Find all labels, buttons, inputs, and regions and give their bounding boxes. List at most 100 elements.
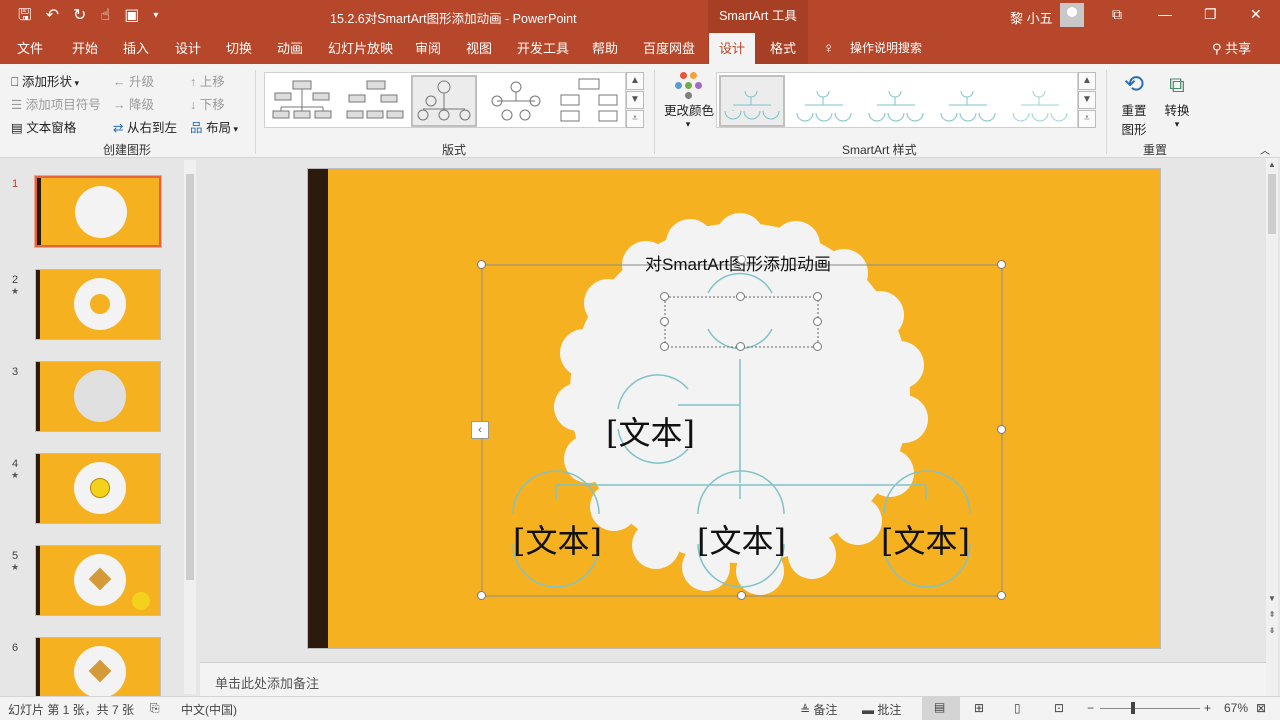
move-down-button[interactable]: ↓ 下移 bbox=[190, 94, 225, 113]
redo-icon[interactable]: ↻ bbox=[73, 6, 86, 26]
style-white-outline[interactable] bbox=[791, 75, 857, 127]
comments-toggle[interactable]: ▬ 批注 bbox=[862, 701, 901, 718]
editor-scrollbar[interactable]: ▲ ▼ ⇞ ⇟ bbox=[1266, 158, 1278, 696]
previous-slide-icon[interactable]: ⇞ bbox=[1266, 610, 1278, 619]
next-slide-icon[interactable]: ⇟ bbox=[1266, 626, 1278, 635]
resize-handle[interactable] bbox=[997, 425, 1006, 434]
resize-handle[interactable] bbox=[477, 591, 486, 600]
style-moderate-effect[interactable] bbox=[935, 75, 1001, 127]
undo-icon[interactable]: ↶ bbox=[46, 6, 59, 26]
tell-me-search[interactable]: 操作说明搜索 bbox=[850, 33, 922, 64]
resize-handle[interactable] bbox=[736, 292, 745, 301]
slide-thumbnail-5[interactable] bbox=[35, 545, 161, 616]
resize-handle[interactable] bbox=[660, 317, 669, 326]
avatar[interactable] bbox=[1060, 3, 1084, 27]
resize-handle[interactable] bbox=[813, 317, 822, 326]
ribbon-display-options-icon[interactable]: ⧉ bbox=[1112, 6, 1122, 23]
customize-qat-icon[interactable]: ▾ bbox=[153, 6, 158, 26]
gallery-scroll-down-icon[interactable]: ▼ bbox=[1078, 91, 1096, 109]
touch-mode-icon[interactable]: ☝ bbox=[100, 6, 110, 26]
text-pane-toggle-icon[interactable]: ‹ bbox=[471, 421, 489, 439]
tab-transitions[interactable]: 切换 bbox=[226, 33, 252, 64]
slideshow-icon[interactable]: ⊡ bbox=[1054, 701, 1064, 715]
zoom-in-icon[interactable]: + bbox=[1204, 701, 1211, 715]
language-indicator[interactable]: 中文(中国) bbox=[181, 701, 237, 718]
gallery-more-icon[interactable]: ⩡ bbox=[626, 110, 644, 128]
zoom-out-icon[interactable]: − bbox=[1087, 701, 1094, 715]
style-subtle-effect[interactable] bbox=[863, 75, 929, 127]
tab-file[interactable]: 文件 bbox=[17, 33, 43, 64]
notes-toggle[interactable]: ≜ 备注 bbox=[800, 701, 837, 718]
start-slideshow-icon[interactable]: ▣ bbox=[124, 6, 139, 26]
spelling-check-icon[interactable]: ⎘ bbox=[150, 701, 160, 716]
slide-thumbnail-6[interactable] bbox=[35, 637, 161, 696]
demote-button[interactable]: → 降级 bbox=[113, 94, 154, 113]
zoom-slider[interactable] bbox=[1100, 708, 1200, 709]
tab-home[interactable]: 开始 bbox=[72, 33, 98, 64]
scroll-up-icon[interactable]: ▲ bbox=[1266, 160, 1278, 169]
layout-circle-hierarchy[interactable] bbox=[411, 75, 477, 127]
smartart-node-text[interactable]: [文本] bbox=[697, 516, 786, 562]
resize-handle[interactable] bbox=[813, 292, 822, 301]
smartart-node-text[interactable]: [文本] bbox=[881, 516, 970, 562]
tab-developer[interactable]: 开发工具 bbox=[517, 33, 569, 64]
reset-graphic-button[interactable]: ⟲ 重置 图形 bbox=[1116, 70, 1152, 138]
style-intense-effect[interactable] bbox=[1007, 75, 1073, 127]
close-icon[interactable]: ✕ bbox=[1250, 6, 1262, 23]
collapse-ribbon-icon[interactable]: ︿ bbox=[1260, 142, 1270, 157]
zoom-level[interactable]: 67% bbox=[1224, 701, 1248, 715]
restore-icon[interactable]: ❐ bbox=[1204, 6, 1217, 23]
resize-handle[interactable] bbox=[477, 260, 486, 269]
resize-handle[interactable] bbox=[660, 342, 669, 351]
tab-smartart-format[interactable]: 格式 bbox=[770, 33, 796, 64]
save-icon[interactable]: 🖫 bbox=[18, 6, 32, 26]
scroll-down-icon[interactable]: ▼ bbox=[1266, 594, 1278, 603]
tab-review[interactable]: 审阅 bbox=[415, 33, 441, 64]
tab-smartart-design[interactable]: 设计 bbox=[709, 33, 756, 64]
tab-animations[interactable]: 动画 bbox=[277, 33, 303, 64]
normal-view-button[interactable]: ▤ bbox=[922, 697, 960, 720]
zoom-slider-knob[interactable] bbox=[1131, 702, 1135, 714]
share-button[interactable]: ⚲ 共享 bbox=[1212, 33, 1251, 64]
slide-thumbnail-4[interactable] bbox=[35, 453, 161, 524]
thumbnails-scrollbar[interactable] bbox=[184, 160, 196, 694]
smartart-node-text[interactable]: [文本] bbox=[513, 516, 602, 562]
user-name[interactable]: 黎 小五 bbox=[1010, 8, 1053, 27]
slide-thumbnail-1[interactable] bbox=[34, 175, 162, 248]
layout-name-title-org[interactable] bbox=[341, 75, 407, 127]
text-pane-button[interactable]: ▤ 文本窗格 bbox=[11, 117, 76, 136]
gallery-scroll-up-icon[interactable]: ▲ bbox=[626, 72, 644, 90]
style-simple-fill[interactable] bbox=[719, 75, 785, 127]
tab-slideshow[interactable]: 幻灯片放映 bbox=[328, 33, 393, 64]
tab-baidu-netdisk[interactable]: 百度网盘 bbox=[643, 33, 695, 64]
slide-sorter-icon[interactable]: ⊞ bbox=[974, 701, 984, 715]
change-colors-button[interactable]: 更改颜色 ▾ bbox=[664, 70, 714, 130]
slide-canvas[interactable] bbox=[307, 168, 1161, 649]
scrollbar-thumb[interactable] bbox=[1268, 174, 1276, 234]
smartart-graphic[interactable] bbox=[308, 169, 1161, 649]
slide-thumbnail-3[interactable] bbox=[35, 361, 161, 432]
resize-handle[interactable] bbox=[737, 591, 746, 600]
resize-handle[interactable] bbox=[813, 342, 822, 351]
tab-insert[interactable]: 插入 bbox=[123, 33, 149, 64]
move-up-button[interactable]: ↑ 上移 bbox=[190, 71, 225, 90]
smartart-node-text[interactable]: [文本] bbox=[606, 408, 695, 454]
promote-button[interactable]: ← 升级 bbox=[113, 71, 154, 90]
add-bullet-button[interactable]: ☰ 添加项目符号 bbox=[11, 94, 101, 113]
gallery-more-icon[interactable]: ⩡ bbox=[1078, 110, 1096, 128]
gallery-scroll-up-icon[interactable]: ▲ bbox=[1078, 72, 1096, 90]
gallery-scroll-down-icon[interactable]: ▼ bbox=[626, 91, 644, 109]
resize-handle[interactable] bbox=[997, 260, 1006, 269]
add-shape-button[interactable]: ⎕ 添加形状 ▾ bbox=[11, 71, 79, 90]
tab-view[interactable]: 视图 bbox=[466, 33, 492, 64]
tab-design[interactable]: 设计 bbox=[175, 33, 201, 64]
notes-pane[interactable]: 单击此处添加备注 bbox=[200, 662, 1266, 696]
layout-button[interactable]: 品 布局 ▾ bbox=[190, 117, 238, 136]
rotate-handle-icon[interactable] bbox=[737, 255, 746, 264]
tab-help[interactable]: 帮助 bbox=[592, 33, 618, 64]
layout-horizontal-circle[interactable] bbox=[483, 75, 549, 127]
resize-handle[interactable] bbox=[736, 342, 745, 351]
resize-handle[interactable] bbox=[997, 591, 1006, 600]
layout-org-chart[interactable] bbox=[269, 75, 335, 127]
layout-labeled-hierarchy[interactable] bbox=[555, 75, 621, 127]
